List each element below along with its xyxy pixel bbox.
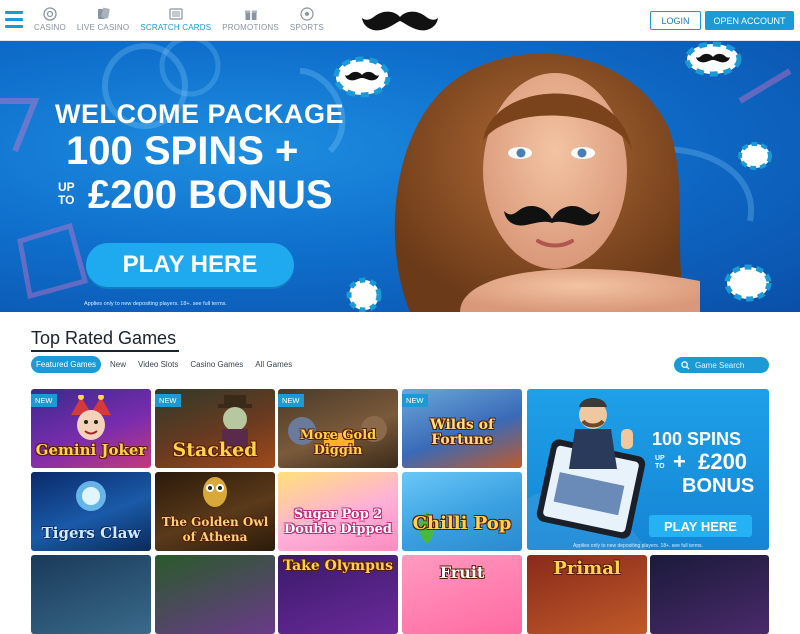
game-title: Fruit bbox=[439, 563, 485, 582]
gift-icon bbox=[243, 6, 258, 21]
game-tile[interactable]: Sugar Pop 2 Double Dipped bbox=[278, 472, 398, 551]
game-artwork bbox=[203, 477, 227, 507]
game-tile[interactable]: Primal bbox=[527, 555, 647, 634]
hero-upto-text: UP TO bbox=[58, 180, 75, 207]
nav-scratch-cards[interactable]: SCRATCH CARDS bbox=[140, 6, 211, 32]
game-title: Tigers Claw bbox=[41, 524, 141, 542]
game-tile[interactable]: NEW More Gold Diggin bbox=[278, 389, 398, 468]
game-title: Chilli Pop bbox=[412, 513, 512, 534]
new-badge: NEW bbox=[155, 394, 181, 407]
game-title: Primal bbox=[553, 558, 621, 579]
promo-play-here-button[interactable]: PLAY HERE bbox=[649, 515, 752, 537]
game-artwork bbox=[76, 481, 106, 511]
open-account-button[interactable]: OPEN ACCOUNT bbox=[705, 11, 794, 30]
tab-all-games[interactable]: All Games bbox=[255, 357, 292, 372]
hero-model-image bbox=[394, 53, 700, 312]
game-title: Wilds of Fortune bbox=[429, 417, 495, 448]
tab-new[interactable]: New bbox=[110, 357, 126, 372]
game-tile[interactable]: Take Olympus bbox=[278, 555, 398, 634]
moustache-logo-icon[interactable] bbox=[361, 8, 439, 34]
casino-chip-icon bbox=[738, 142, 772, 170]
game-title: Stacked bbox=[172, 439, 258, 461]
hero-headline: WELCOME PACKAGE bbox=[55, 99, 344, 129]
search-placeholder: Game Search bbox=[695, 360, 745, 370]
game-title: More Gold Diggin bbox=[299, 428, 377, 458]
section-title: Top Rated Games bbox=[31, 328, 177, 348]
title-underline bbox=[31, 350, 179, 352]
nav-label: LIVE CASINO bbox=[76, 23, 130, 32]
game-tile[interactable]: The Golden Owl of Athena bbox=[155, 472, 275, 551]
promo-upto-text: UP TO bbox=[655, 455, 665, 470]
promo-bonus-text: BONUS bbox=[682, 475, 755, 497]
game-tile[interactable] bbox=[155, 555, 275, 634]
promo-banner[interactable]: 100 SPINS UP TO + £200 BONUS PLAY HERE A… bbox=[527, 389, 769, 550]
game-tile[interactable]: Fruit bbox=[402, 555, 522, 634]
cards-icon bbox=[96, 6, 111, 21]
game-tile[interactable] bbox=[650, 555, 769, 634]
promo-plus: + bbox=[673, 449, 686, 474]
casino-chip-icon bbox=[346, 277, 382, 312]
hero-spins-text: 100 SPINS + bbox=[66, 129, 299, 173]
game-title: Sugar Pop 2 Double Dipped bbox=[284, 507, 392, 537]
new-badge: NEW bbox=[402, 394, 428, 407]
game-title: Take Olympus bbox=[283, 558, 393, 574]
nav-sports[interactable]: SPORTS bbox=[290, 6, 324, 32]
hero-terms-text: Applies only to new depositing players. … bbox=[84, 301, 227, 307]
new-badge: NEW bbox=[278, 394, 304, 407]
tab-video-slots[interactable]: Video Slots bbox=[138, 357, 178, 372]
hero-play-here-button[interactable]: PLAY HERE bbox=[86, 243, 294, 287]
hero-banner[interactable]: WELCOME PACKAGE 100 SPINS + UP TO £200 B… bbox=[0, 41, 800, 312]
nav-label: SPORTS bbox=[289, 23, 324, 32]
game-tile[interactable]: NEW Stacked bbox=[155, 389, 275, 468]
promo-terms-text: Applies only to new depositing players. … bbox=[573, 543, 703, 549]
game-title: Gemini Joker bbox=[35, 441, 147, 459]
nav-label: PROMOTIONS bbox=[222, 23, 279, 32]
casino-chip-icon bbox=[333, 56, 391, 98]
nav-live-casino[interactable]: LIVE CASINO bbox=[77, 6, 129, 32]
promo-spins-text: 100 SPINS bbox=[652, 429, 742, 449]
game-tile[interactable]: NEW Gemini Joker bbox=[31, 389, 151, 468]
site-header: CASINO LIVE CASINO SCRATCH CARDS PROMOTI… bbox=[0, 0, 800, 41]
hero-bonus-text: £200 BONUS bbox=[88, 173, 333, 217]
nav-promotions[interactable]: PROMOTIONS bbox=[222, 6, 279, 32]
game-search-input[interactable]: Game Search bbox=[674, 357, 769, 373]
game-tile[interactable]: Chilli Pop bbox=[402, 472, 522, 551]
login-button[interactable]: LOGIN bbox=[650, 11, 701, 30]
nav-label: SCRATCH CARDS bbox=[140, 23, 212, 32]
hamburger-menu-icon[interactable] bbox=[5, 11, 23, 29]
nav-casino[interactable]: CASINO bbox=[34, 6, 66, 32]
tab-casino-games[interactable]: Casino Games bbox=[190, 357, 243, 372]
game-tile[interactable]: NEW Wilds of Fortune bbox=[402, 389, 522, 468]
casino-chip-icon bbox=[42, 6, 57, 21]
casino-chip-icon bbox=[724, 264, 772, 302]
game-title: The Golden Owl of Athena bbox=[161, 515, 269, 544]
search-icon bbox=[681, 360, 690, 370]
promo-amount-text: + £200 bbox=[673, 449, 747, 475]
game-tile[interactable] bbox=[31, 555, 151, 634]
main-nav: CASINO LIVE CASINO SCRATCH CARDS PROMOTI… bbox=[34, 6, 335, 32]
soccer-ball-icon bbox=[299, 6, 314, 21]
nav-label: CASINO bbox=[34, 23, 66, 32]
new-badge: NEW bbox=[31, 394, 57, 407]
tab-featured-games[interactable]: Featured Games bbox=[31, 356, 102, 373]
casino-chip-icon bbox=[684, 41, 742, 77]
scratch-card-icon bbox=[168, 6, 183, 21]
game-filter-tabs: Featured Games New Video Slots Casino Ga… bbox=[31, 356, 304, 373]
promo-amount: £200 bbox=[698, 449, 748, 474]
game-artwork bbox=[71, 395, 111, 440]
game-tile[interactable]: Tigers Claw bbox=[31, 472, 151, 551]
